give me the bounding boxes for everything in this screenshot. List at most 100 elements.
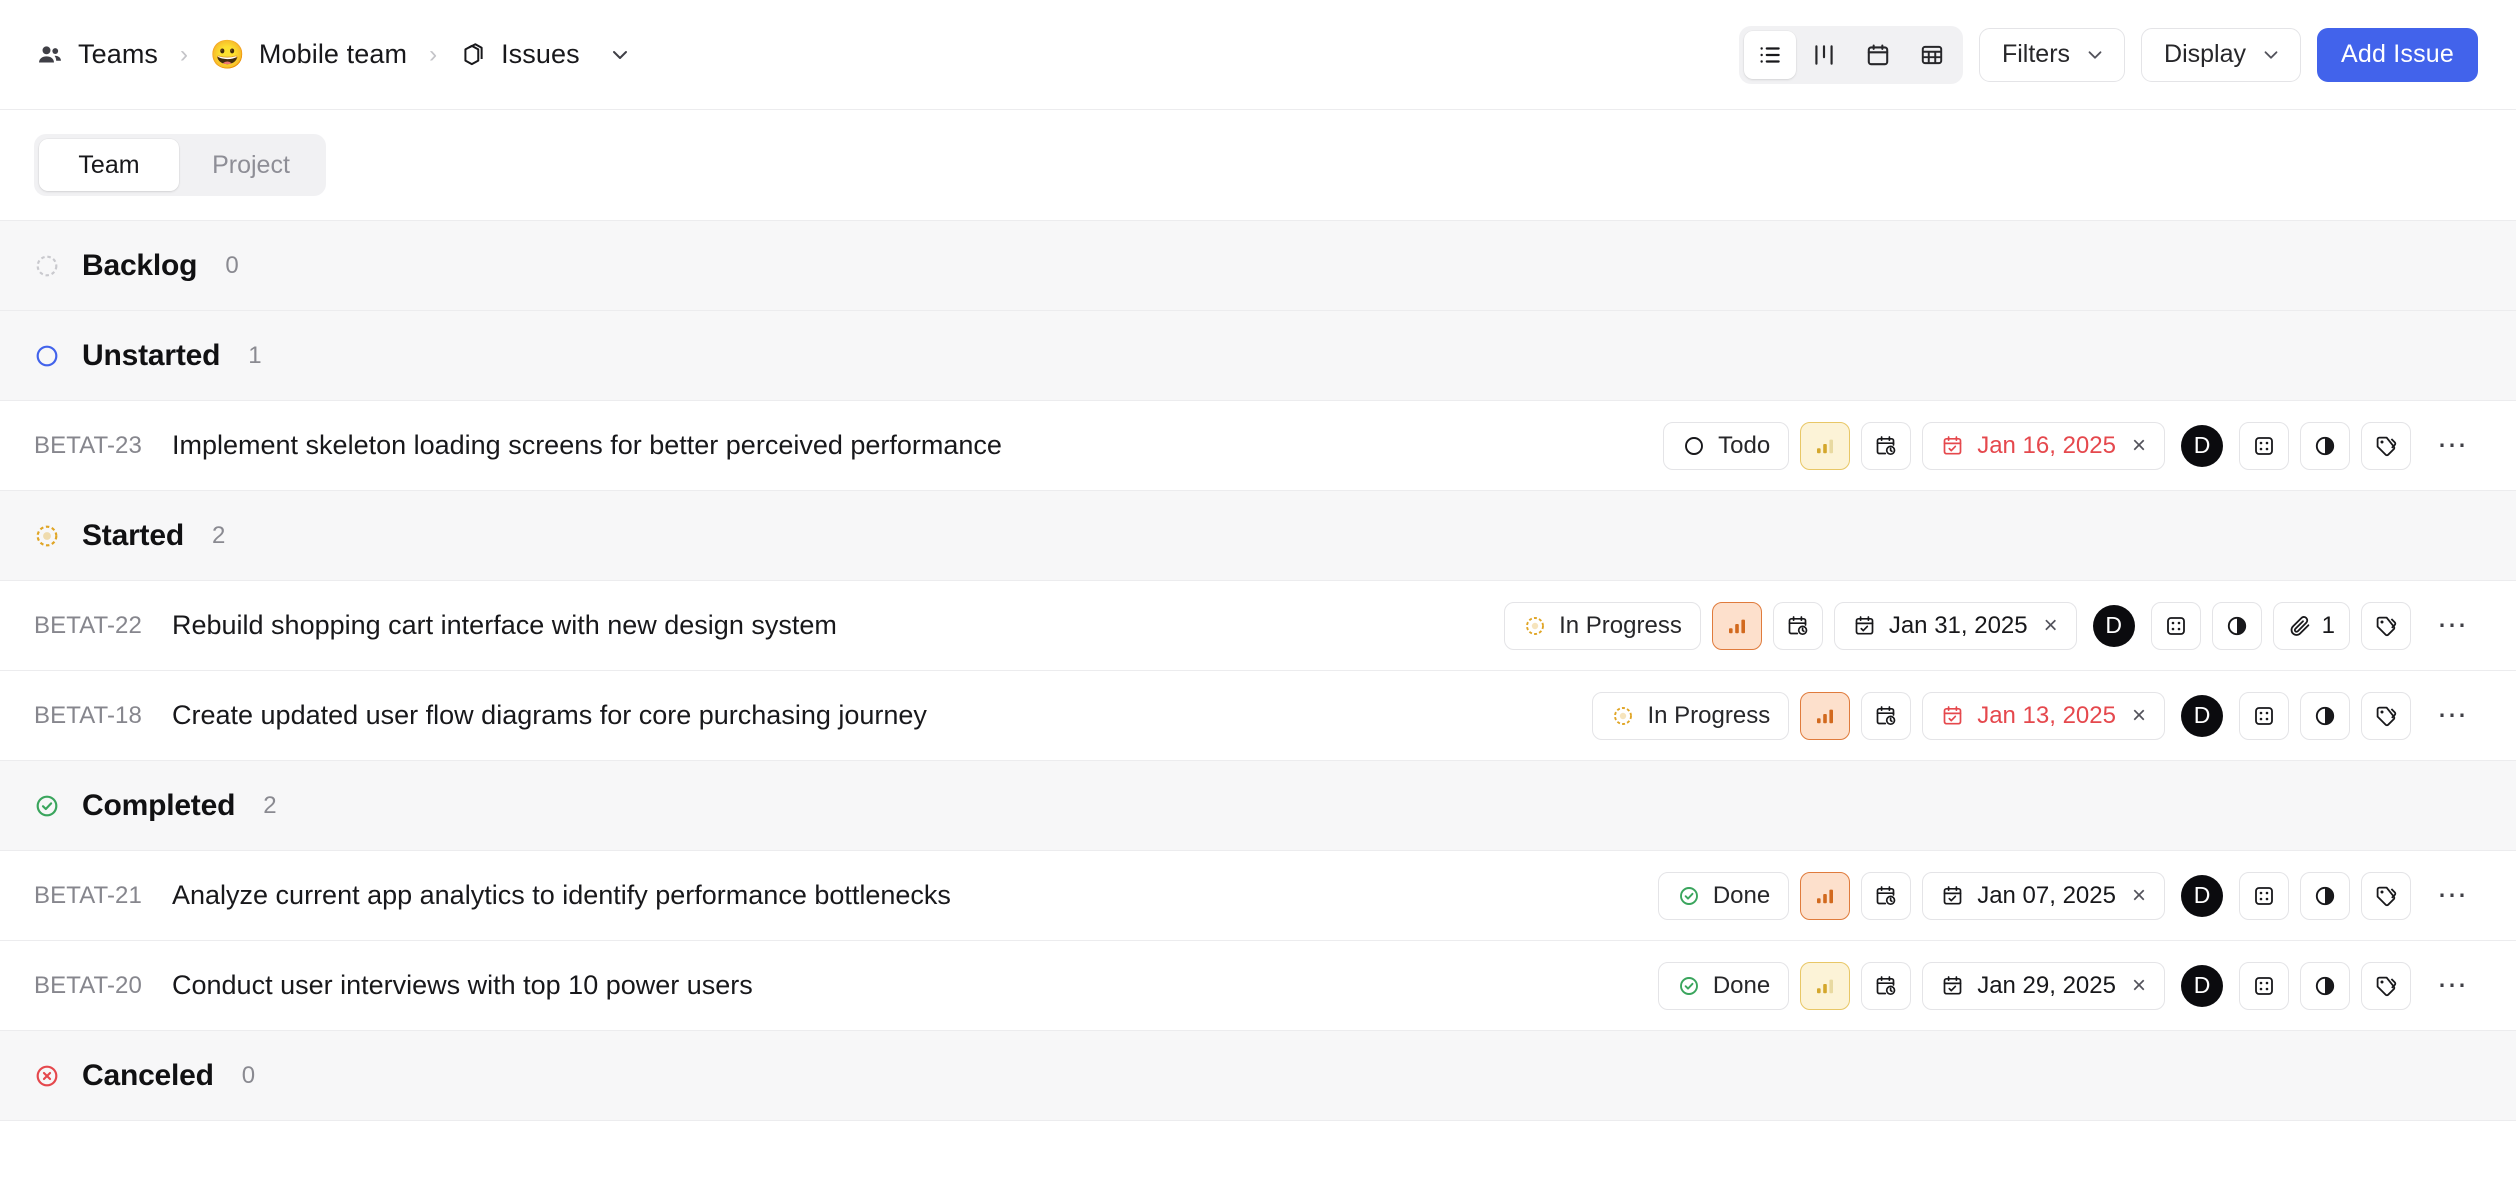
table-view-button[interactable] bbox=[1906, 31, 1958, 79]
priority-high-icon[interactable] bbox=[1800, 872, 1850, 920]
display-button[interactable]: Display bbox=[2141, 28, 2301, 82]
avatar[interactable]: D bbox=[2093, 605, 2135, 647]
due-date-label: Jan 16, 2025 bbox=[1977, 432, 2116, 460]
estimate-dice-icon[interactable] bbox=[2239, 692, 2289, 740]
priority-high-icon[interactable] bbox=[1800, 692, 1850, 740]
calendar-view-button[interactable] bbox=[1852, 31, 1904, 79]
calendar-check-icon bbox=[1941, 884, 1965, 908]
clear-date-icon[interactable]: × bbox=[2132, 432, 2146, 460]
avatar[interactable]: D bbox=[2181, 425, 2223, 467]
status-badge[interactable]: Todo bbox=[1663, 422, 1789, 470]
avatar[interactable]: D bbox=[2181, 875, 2223, 917]
breadcrumb-item-issues[interactable]: Issues bbox=[457, 35, 634, 74]
due-date-pill[interactable]: Jan 13, 2025 × bbox=[1922, 692, 2165, 740]
breadcrumb-item-teams[interactable]: Teams bbox=[34, 35, 160, 74]
issue-row-controls: In Progress Jan 31, 2025 × D 1 ⋯ bbox=[1504, 602, 2478, 650]
tags-icon[interactable] bbox=[2361, 602, 2411, 650]
list-view-button[interactable] bbox=[1744, 31, 1796, 79]
half-circle-icon[interactable] bbox=[2300, 962, 2350, 1010]
group-header-started[interactable]: Started 2 bbox=[0, 491, 2516, 581]
tab-project[interactable]: Project bbox=[181, 139, 321, 191]
more-horizontal-icon[interactable]: ⋯ bbox=[2428, 422, 2478, 470]
estimate-dice-icon[interactable] bbox=[2239, 872, 2289, 920]
issue-title: Create updated user flow diagrams for co… bbox=[172, 700, 927, 731]
tags-icon[interactable] bbox=[2361, 962, 2411, 1010]
more-horizontal-icon[interactable]: ⋯ bbox=[2428, 962, 2478, 1010]
started-circle-icon bbox=[34, 523, 60, 549]
calendar-clock-icon[interactable] bbox=[1773, 602, 1823, 650]
clear-date-icon[interactable]: × bbox=[2132, 702, 2146, 730]
tab-team[interactable]: Team bbox=[39, 139, 179, 191]
chevron-down-icon bbox=[2260, 44, 2282, 66]
status-badge[interactable]: Done bbox=[1658, 962, 1789, 1010]
half-circle-icon[interactable] bbox=[2300, 872, 2350, 920]
more-horizontal-icon[interactable]: ⋯ bbox=[2428, 692, 2478, 740]
status-label: In Progress bbox=[1647, 702, 1770, 730]
half-circle-icon[interactable] bbox=[2300, 422, 2350, 470]
status-badge[interactable]: In Progress bbox=[1592, 692, 1789, 740]
status-badge[interactable]: In Progress bbox=[1504, 602, 1701, 650]
issue-title: Conduct user interviews with top 10 powe… bbox=[172, 970, 753, 1001]
table-row[interactable]: BETAT-21 Analyze current app analytics t… bbox=[0, 851, 2516, 941]
half-circle-icon[interactable] bbox=[2212, 602, 2262, 650]
due-date-label: Jan 31, 2025 bbox=[1889, 612, 2028, 640]
status-badge[interactable]: Done bbox=[1658, 872, 1789, 920]
issue-id: BETAT-23 bbox=[34, 432, 144, 460]
issue-id: BETAT-22 bbox=[34, 612, 144, 640]
breadcrumb-item-mobile-team[interactable]: 😀 Mobile team bbox=[208, 35, 409, 74]
table-row[interactable]: BETAT-23 Implement skeleton loading scre… bbox=[0, 401, 2516, 491]
grinning-face-emoji: 😀 bbox=[210, 41, 245, 69]
table-row[interactable]: BETAT-18 Create updated user flow diagra… bbox=[0, 671, 2516, 761]
tags-icon[interactable] bbox=[2361, 692, 2411, 740]
due-date-pill[interactable]: Jan 29, 2025 × bbox=[1922, 962, 2165, 1010]
breadcrumb-separator: › bbox=[180, 41, 188, 69]
filters-button[interactable]: Filters bbox=[1979, 28, 2125, 82]
board-view-button[interactable] bbox=[1798, 31, 1850, 79]
clear-date-icon[interactable]: × bbox=[2044, 612, 2058, 640]
group-header-unstarted[interactable]: Unstarted 1 bbox=[0, 311, 2516, 401]
group-title: Unstarted bbox=[82, 339, 220, 373]
calendar-clock-icon[interactable] bbox=[1861, 422, 1911, 470]
priority-medium-icon[interactable] bbox=[1800, 962, 1850, 1010]
avatar[interactable]: D bbox=[2181, 965, 2223, 1007]
issue-id: BETAT-20 bbox=[34, 972, 144, 1000]
chevron-down-icon[interactable] bbox=[608, 43, 632, 67]
chevron-down-icon bbox=[2084, 44, 2106, 66]
clear-date-icon[interactable]: × bbox=[2132, 882, 2146, 910]
half-circle-icon[interactable] bbox=[2300, 692, 2350, 740]
priority-high-icon[interactable] bbox=[1712, 602, 1762, 650]
tags-icon[interactable] bbox=[2361, 422, 2411, 470]
group-header-backlog[interactable]: Backlog 0 bbox=[0, 221, 2516, 311]
status-label: Todo bbox=[1718, 432, 1770, 460]
avatar[interactable]: D bbox=[2181, 695, 2223, 737]
priority-medium-icon[interactable] bbox=[1800, 422, 1850, 470]
more-horizontal-icon[interactable]: ⋯ bbox=[2428, 872, 2478, 920]
attachment-count-label: 1 bbox=[2322, 612, 2335, 640]
calendar-clock-icon[interactable] bbox=[1861, 872, 1911, 920]
table-row[interactable]: BETAT-20 Conduct user interviews with to… bbox=[0, 941, 2516, 1031]
add-issue-button[interactable]: Add Issue bbox=[2317, 28, 2478, 82]
filters-label: Filters bbox=[2002, 40, 2070, 69]
calendar-clock-icon[interactable] bbox=[1861, 962, 1911, 1010]
tags-icon[interactable] bbox=[2361, 872, 2411, 920]
group-header-completed[interactable]: Completed 2 bbox=[0, 761, 2516, 851]
people-icon bbox=[36, 41, 64, 69]
attachment-count[interactable]: 1 bbox=[2273, 602, 2350, 650]
clear-date-icon[interactable]: × bbox=[2132, 972, 2146, 1000]
estimate-dice-icon[interactable] bbox=[2151, 602, 2201, 650]
more-horizontal-icon[interactable]: ⋯ bbox=[2428, 602, 2478, 650]
table-row[interactable]: BETAT-22 Rebuild shopping cart interface… bbox=[0, 581, 2516, 671]
group-header-canceled[interactable]: Canceled 0 bbox=[0, 1031, 2516, 1121]
due-date-pill[interactable]: Jan 16, 2025 × bbox=[1922, 422, 2165, 470]
todo-circle-icon bbox=[1682, 434, 1706, 458]
top-toolbar: Filters Display Add Issue bbox=[1739, 26, 2478, 84]
due-date-pill[interactable]: Jan 31, 2025 × bbox=[1834, 602, 2077, 650]
estimate-dice-icon[interactable] bbox=[2239, 422, 2289, 470]
calendar-clock-icon[interactable] bbox=[1861, 692, 1911, 740]
issues-page: Teams › 😀 Mobile team › Issues bbox=[0, 0, 2516, 1190]
group-title: Canceled bbox=[82, 1059, 214, 1093]
estimate-dice-icon[interactable] bbox=[2239, 962, 2289, 1010]
due-date-pill[interactable]: Jan 07, 2025 × bbox=[1922, 872, 2165, 920]
group-count: 0 bbox=[242, 1062, 255, 1090]
view-switcher bbox=[1739, 26, 1963, 84]
